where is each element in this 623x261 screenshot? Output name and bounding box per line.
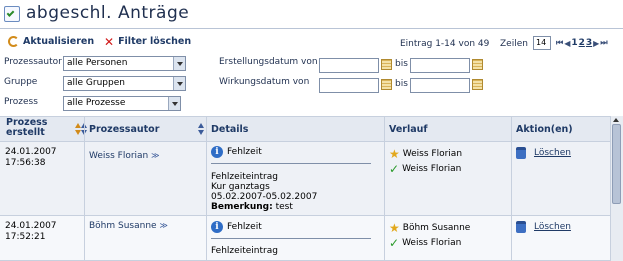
author-name[interactable]: Böhm Susanne ≫ xyxy=(89,221,168,231)
author-select-value: alle Personen xyxy=(67,58,128,68)
checkmark-icon: ✓ xyxy=(389,162,400,176)
star-icon: ★ xyxy=(389,221,400,235)
chevron-down-icon xyxy=(168,97,180,110)
scroll-up-icon[interactable] xyxy=(612,117,621,124)
group-select[interactable]: alle Gruppen xyxy=(63,76,186,91)
created-date: 24.01.2007 xyxy=(5,147,57,157)
star-icon: ★ xyxy=(389,147,400,161)
detail-divider xyxy=(211,238,371,239)
chevron-down-icon[interactable]: ≫ xyxy=(151,151,159,160)
rows-label: Zeilen xyxy=(500,39,528,49)
sort-icon[interactable] xyxy=(198,123,205,135)
process-filter-label: Prozess xyxy=(4,97,38,107)
group-select-value: alle Gruppen xyxy=(67,78,125,88)
rows-per-page-input[interactable]: 14 xyxy=(533,36,551,50)
page-title: abgeschl. Anträge xyxy=(26,3,190,23)
effective-to-input[interactable] xyxy=(410,78,470,93)
column-divider xyxy=(384,116,385,261)
delete-link[interactable]: Löschen xyxy=(534,222,571,232)
clear-filter-button[interactable]: ✕ Filter löschen xyxy=(104,34,192,49)
created-bis-label: bis xyxy=(395,59,408,69)
next-page-icon[interactable]: ▶ xyxy=(593,39,599,48)
history-entry: ★ Böhm Susanne xyxy=(389,222,470,234)
created-from-input[interactable] xyxy=(319,58,379,73)
column-header-actions: Aktion(en) xyxy=(516,124,573,135)
info-icon: i xyxy=(211,146,223,158)
author-name[interactable]: Weiss Florian ≫ xyxy=(89,151,160,161)
last-page-icon[interactable]: ⏭ xyxy=(600,38,607,48)
checkmark-icon: ✓ xyxy=(389,236,400,250)
pagination: ⏮ ◀ 1 2 3 ▶ ⏭ xyxy=(556,38,608,48)
history-entry: ★ Weiss Florian xyxy=(389,148,462,160)
column-divider xyxy=(206,116,207,261)
calendar-icon[interactable] xyxy=(381,59,392,70)
scrollbar-thumb[interactable] xyxy=(612,124,621,204)
process-select[interactable]: alle Prozesse xyxy=(63,96,181,111)
column-header-created[interactable]: Prozess erstellt xyxy=(6,118,66,138)
history-name: Weiss Florian xyxy=(402,163,462,174)
detail-title-text: Fehlzeit xyxy=(227,146,262,157)
page-link-1[interactable]: 1 xyxy=(571,38,577,48)
author-name-text: Böhm Susanne xyxy=(89,221,157,231)
trash-icon[interactable] xyxy=(516,147,526,159)
history-name: Böhm Susanne xyxy=(402,222,471,233)
refresh-label: Aktualisieren xyxy=(23,36,95,47)
entry-range-text: Eintrag 1-14 von 49 xyxy=(400,39,490,49)
calendar-icon[interactable] xyxy=(381,79,392,90)
refresh-button[interactable]: Aktualisieren xyxy=(8,36,94,47)
column-divider xyxy=(84,116,85,261)
info-icon: i xyxy=(211,221,223,233)
detail-title: i Fehlzeit xyxy=(211,146,262,158)
page-link-2[interactable]: 2 xyxy=(579,38,585,48)
effective-from-input[interactable] xyxy=(319,78,379,93)
author-select[interactable]: alle Personen xyxy=(63,56,186,71)
history-entry: ✓ Weiss Florian xyxy=(389,237,461,249)
prev-page-icon[interactable]: ◀ xyxy=(564,39,570,48)
column-header-author[interactable]: Prozessautor xyxy=(89,124,159,135)
detail-line: Fehlzeiteintrag xyxy=(211,246,278,256)
chevron-down-icon[interactable]: ≫ xyxy=(159,221,167,230)
detail-remark: Bemerkung: test xyxy=(211,202,293,213)
detail-title-text: Fehlzeit xyxy=(227,221,262,232)
detail-title: i Fehlzeit xyxy=(211,221,262,233)
created-date: 24.01.2007 xyxy=(5,221,57,231)
chevron-down-icon xyxy=(173,57,185,70)
calendar-icon[interactable] xyxy=(472,79,483,90)
remark-value: test xyxy=(275,202,293,212)
refresh-icon xyxy=(8,36,19,47)
delete-link[interactable]: Löschen xyxy=(534,148,571,158)
close-icon: ✕ xyxy=(104,34,115,49)
created-time: 17:56:38 xyxy=(5,158,46,168)
column-divider xyxy=(511,116,512,261)
page-link-3[interactable]: 3 xyxy=(586,38,592,48)
approval-form-icon xyxy=(4,6,20,22)
column-header-history: Verlauf xyxy=(389,124,428,135)
history-name: Weiss Florian xyxy=(402,237,462,248)
title-divider xyxy=(0,28,623,29)
created-to-input[interactable] xyxy=(410,58,470,73)
detail-divider xyxy=(211,163,371,164)
history-entry: ✓ Weiss Florian xyxy=(389,163,461,175)
group-filter-label: Gruppe xyxy=(4,77,38,87)
chevron-down-icon xyxy=(173,77,185,90)
delete-action[interactable]: Löschen xyxy=(516,147,571,159)
created-date-label: Erstellungsdatum von xyxy=(219,57,318,67)
clear-filter-label: Filter löschen xyxy=(118,36,192,47)
history-name: Weiss Florian xyxy=(402,148,463,159)
effective-date-label: Wirkungsdatum von xyxy=(219,77,310,87)
delete-action[interactable]: Löschen xyxy=(516,221,571,233)
remark-label: Bemerkung: xyxy=(211,202,273,212)
created-time: 17:52:21 xyxy=(5,232,46,242)
calendar-icon[interactable] xyxy=(472,59,483,70)
first-page-icon[interactable]: ⏮ xyxy=(556,38,563,48)
author-name-text: Weiss Florian xyxy=(89,151,149,161)
column-header-details: Details xyxy=(211,124,249,135)
trash-icon[interactable] xyxy=(516,221,526,233)
author-filter-label: Prozessautor xyxy=(4,57,62,67)
process-select-value: alle Prozesse xyxy=(67,98,126,108)
effective-bis-label: bis xyxy=(395,79,408,89)
